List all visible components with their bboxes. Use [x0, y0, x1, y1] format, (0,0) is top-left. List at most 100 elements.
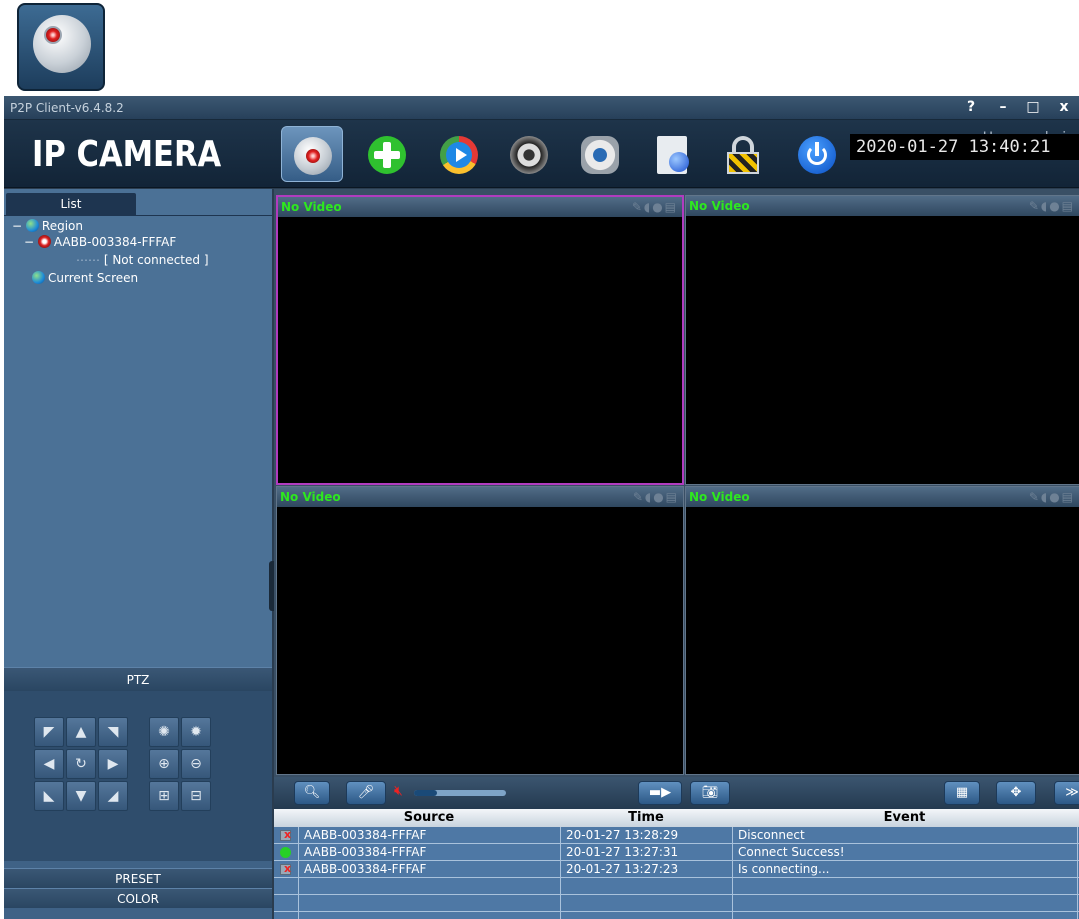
zoom-out-button[interactable]: ⊟ — [181, 781, 211, 811]
tree-item-current-screen[interactable]: Current Screen — [32, 271, 138, 285]
volume-slider[interactable] — [414, 790, 506, 796]
close-button[interactable]: x — [1051, 96, 1077, 118]
maximize-button[interactable]: □ — [1020, 96, 1046, 118]
fullscreen-arrows-icon: ✥ — [1010, 785, 1022, 800]
app-window: P2P Client-v6.4.8.2 ? – □ x IP CAMERA 20… — [4, 96, 1079, 919]
video-pane[interactable]: No Video ✎◖●▤ — [276, 486, 684, 775]
collapse-toggle-icon[interactable]: − — [12, 219, 22, 233]
camera-snapshot-icon: 📷︎ — [701, 785, 719, 800]
microphone-icon: 🎤︎ — [357, 785, 375, 800]
pane-tool-icons: ✎◖●▤ — [1028, 199, 1075, 213]
power-button[interactable] — [786, 126, 848, 182]
cell-event: Is connecting... — [738, 862, 830, 876]
video-pane[interactable]: No Video ✎◖●▤ — [685, 486, 1079, 775]
video-record-icon: ▬▶ — [648, 785, 672, 800]
brand-logo: IP CAMERA — [32, 134, 222, 175]
speaker-muted-icon[interactable]: 🔇︎ — [394, 783, 403, 799]
ptz-up-button[interactable]: ▲ — [66, 717, 96, 747]
table-row[interactable]: AABB-003384-FFFAF 20-01-27 13:27:23 Is c… — [274, 861, 1079, 878]
window-title: P2P Client-v6.4.8.2 — [10, 101, 124, 115]
settings-button[interactable] — [569, 126, 631, 182]
cell-source: AABB-003384-FFFAF — [304, 845, 427, 859]
record-button[interactable]: ▬▶ — [638, 781, 682, 805]
device-tree-panel: List − Region − AABB-003384-FFFAF ⋯⋯ [ N… — [4, 189, 272, 667]
ptz-up-right-button[interactable]: ◥ — [98, 717, 128, 747]
chevron-down-icon: ≫ — [1065, 785, 1079, 800]
table-row — [274, 878, 1079, 895]
focus-near-button[interactable]: ⊕ — [149, 749, 179, 779]
fullscreen-button[interactable]: ✥ — [996, 781, 1036, 805]
video-pane[interactable]: No Video ✎◖●▤ — [685, 195, 1079, 485]
ptz-control-icon — [510, 136, 548, 174]
device-status-label: [ Not connected ] — [103, 253, 209, 267]
monitor-button[interactable] — [281, 126, 343, 182]
camera-device-icon — [37, 235, 51, 248]
lock-icon — [724, 136, 762, 174]
datetime-display: 2020-01-27 13:40:21 — [850, 134, 1079, 160]
talk-button[interactable]: 🎤︎ — [346, 781, 386, 805]
ptz-left-button[interactable]: ◀ — [34, 749, 64, 779]
pane-status: No Video — [689, 199, 750, 213]
snapshot-button[interactable]: 📷︎ — [690, 781, 730, 805]
sidebar: List − Region − AABB-003384-FFFAF ⋯⋯ [ N… — [4, 189, 272, 919]
column-source[interactable]: Source — [298, 810, 560, 825]
pane-header: No Video ✎◖●▤ — [278, 197, 682, 217]
add-device-button[interactable] — [356, 126, 418, 182]
device-label: AABB-003384-FFFAF — [53, 235, 177, 249]
connected-icon — [280, 847, 291, 858]
minimize-button[interactable]: – — [990, 96, 1016, 118]
video-control-bar: 🔍︎ 🎤︎ 🔇︎ ▬▶ 📷︎ ▦ ✥ ≫ — [274, 777, 1079, 809]
pane-status: No Video — [689, 490, 750, 504]
add-device-icon — [368, 136, 406, 174]
video-pane[interactable]: No Video ✎◖●▤ — [276, 195, 684, 485]
desktop-app-icon[interactable] — [17, 3, 105, 91]
color-section-header[interactable]: COLOR — [4, 888, 272, 908]
webcam-lens — [44, 26, 62, 44]
ptz-section-header[interactable]: PTZ — [4, 667, 272, 691]
ptz-right-button[interactable]: ▶ — [98, 749, 128, 779]
column-event[interactable]: Event — [732, 810, 1077, 825]
collapse-toggle-icon[interactable]: − — [24, 235, 34, 249]
pane-tool-icons: ✎◖●▤ — [1028, 490, 1075, 504]
ptz-down-left-button[interactable]: ◣ — [34, 781, 64, 811]
iris-open-button[interactable]: ✺ — [149, 717, 179, 747]
ptz-up-left-button[interactable]: ◤ — [34, 717, 64, 747]
ptz-down-button[interactable]: ▼ — [66, 781, 96, 811]
iris-close-button[interactable]: ✹ — [181, 717, 211, 747]
table-row[interactable]: AABB-003384-FFFAF 20-01-27 13:27:31 Conn… — [274, 844, 1079, 861]
search-button[interactable]: 🔍︎ — [294, 781, 330, 805]
table-row[interactable]: AABB-003384-FFFAF 20-01-27 13:28:29 Disc… — [274, 827, 1079, 844]
log-header: Source Time Event — [274, 809, 1079, 827]
ptz-auto-rotate-button[interactable]: ↻ — [66, 749, 96, 779]
cell-time: 20-01-27 13:27:31 — [566, 845, 679, 859]
tree-item-device[interactable]: − AABB-003384-FFFAF — [24, 235, 176, 249]
more-button[interactable]: ≫ — [1054, 781, 1079, 805]
globe-icon — [32, 271, 45, 284]
tree-item-region[interactable]: − Region — [12, 219, 83, 233]
cell-event: Disconnect — [738, 828, 805, 842]
playback-button[interactable] — [428, 126, 490, 182]
cell-event: Connect Success! — [738, 845, 845, 859]
column-time[interactable]: Time — [560, 810, 732, 825]
help-button[interactable]: ? — [958, 96, 984, 118]
grid-layout-icon: ▦ — [955, 785, 969, 800]
layout-grid-button[interactable]: ▦ — [944, 781, 980, 805]
lock-button[interactable] — [712, 126, 774, 182]
playback-icon — [440, 136, 478, 174]
tab-list[interactable]: List — [6, 193, 136, 215]
focus-far-button[interactable]: ⊖ — [181, 749, 211, 779]
cell-source: AABB-003384-FFFAF — [304, 862, 427, 876]
video-grid: No Video ✎◖●▤ No Video ✎◖●▤ No Video ✎◖●… — [274, 189, 1079, 777]
pane-status: No Video — [280, 490, 341, 504]
pane-header: No Video ✎◖●▤ — [686, 196, 1079, 216]
preset-section-header[interactable]: PRESET — [4, 868, 272, 888]
log-report-button[interactable] — [641, 126, 703, 182]
zoom-in-button[interactable]: ⊞ — [149, 781, 179, 811]
cell-source: AABB-003384-FFFAF — [304, 828, 427, 842]
region-label: Region — [41, 219, 83, 233]
table-row — [274, 895, 1079, 912]
title-bar: P2P Client-v6.4.8.2 ? – □ x — [4, 96, 1079, 120]
ptz-down-right-button[interactable]: ◢ — [98, 781, 128, 811]
globe-icon — [25, 219, 39, 232]
ptz-control-button[interactable] — [498, 126, 560, 182]
